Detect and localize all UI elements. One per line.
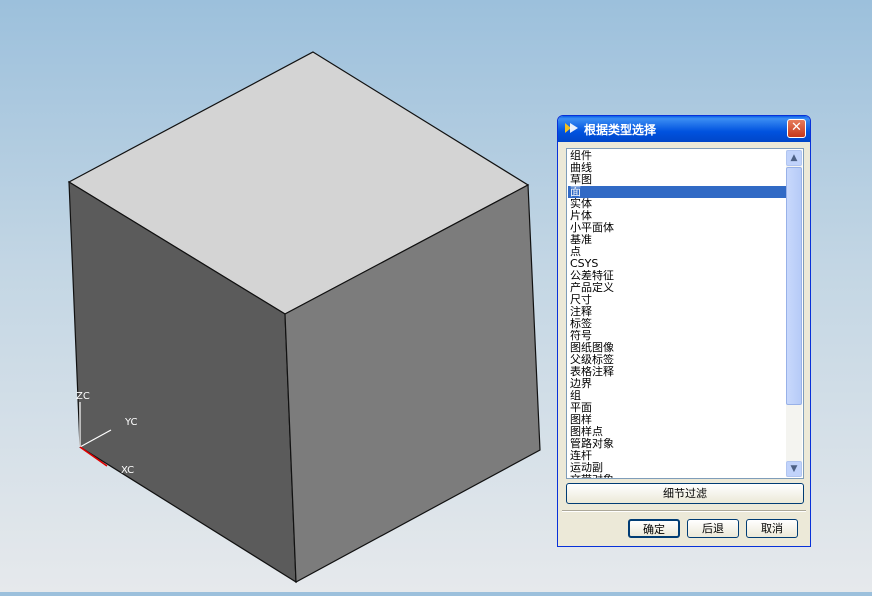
list-item[interactable]: 组: [568, 390, 786, 402]
list-item[interactable]: 小平面体: [568, 222, 786, 234]
list-item[interactable]: 尺寸: [568, 294, 786, 306]
list-item[interactable]: 面: [568, 186, 786, 198]
type-list[interactable]: 组件 曲线 草图面实体 片体 小平面体 基准点 CSYS 公差特征 产品定义 尺寸 注释 标签 符号 图纸…: [566, 148, 804, 479]
type-list-items: 组件 曲线 草图面实体 片体 小平面体 基准点 CSYS 公差特征 产品定义 尺寸 注释 标签 符号 图纸…: [568, 150, 786, 478]
list-item[interactable]: 运动副: [568, 462, 786, 474]
list-item[interactable]: 连杆: [568, 450, 786, 462]
close-button[interactable]: ✕: [787, 119, 806, 138]
list-item[interactable]: CSYS: [568, 258, 786, 270]
select-by-type-dialog: 根据类型选择 ✕ 组件 曲线 草图面实体 片体 小平面体 基准点 CSYS 公差特征 产品定义尺…: [557, 115, 811, 547]
list-item[interactable]: 父级标签: [568, 354, 786, 366]
dialog-titlebar[interactable]: 根据类型选择 ✕: [558, 116, 810, 142]
list-item[interactable]: 图样: [568, 414, 786, 426]
list-item[interactable]: 片体: [568, 210, 786, 222]
list-item[interactable]: 管路对象: [568, 438, 786, 450]
list-item[interactable]: 文带对象: [568, 474, 786, 478]
list-item[interactable]: 标签: [568, 318, 786, 330]
list-item[interactable]: 表格注释: [568, 366, 786, 378]
yc-label: YC: [124, 417, 138, 428]
list-item[interactable]: 图纸图像: [568, 342, 786, 354]
divider: [562, 510, 806, 512]
cancel-button[interactable]: 取消: [746, 519, 798, 538]
list-item[interactable]: 产品定义: [568, 282, 786, 294]
list-item[interactable]: 实体: [568, 198, 786, 210]
list-item[interactable]: 注释: [568, 306, 786, 318]
list-item[interactable]: 边界: [568, 378, 786, 390]
scroll-up-icon[interactable]: ▲: [786, 150, 802, 166]
list-item[interactable]: 符号: [568, 330, 786, 342]
list-item[interactable]: 组件: [568, 150, 786, 162]
list-item[interactable]: 点: [568, 246, 786, 258]
zc-label: ZC: [76, 391, 90, 402]
dialog-title: 根据类型选择: [584, 123, 657, 137]
ok-button[interactable]: 确定: [628, 519, 680, 538]
list-item[interactable]: 平面: [568, 402, 786, 414]
app-logo-icon: [565, 123, 578, 133]
list-item[interactable]: 公差特征: [568, 270, 786, 282]
back-button[interactable]: 后退: [687, 519, 739, 538]
scroll-down-icon[interactable]: ▼: [786, 461, 802, 477]
detail-filter-button[interactable]: 细节过滤: [566, 483, 804, 504]
list-item[interactable]: 曲线: [568, 162, 786, 174]
scrollbar[interactable]: ▲ ▼: [786, 150, 802, 477]
xc-label: XC: [121, 465, 134, 476]
list-item[interactable]: 基准: [568, 234, 786, 246]
list-item[interactable]: 草图: [568, 174, 786, 186]
list-item[interactable]: 图样点: [568, 426, 786, 438]
scrollbar-thumb[interactable]: [786, 167, 802, 405]
